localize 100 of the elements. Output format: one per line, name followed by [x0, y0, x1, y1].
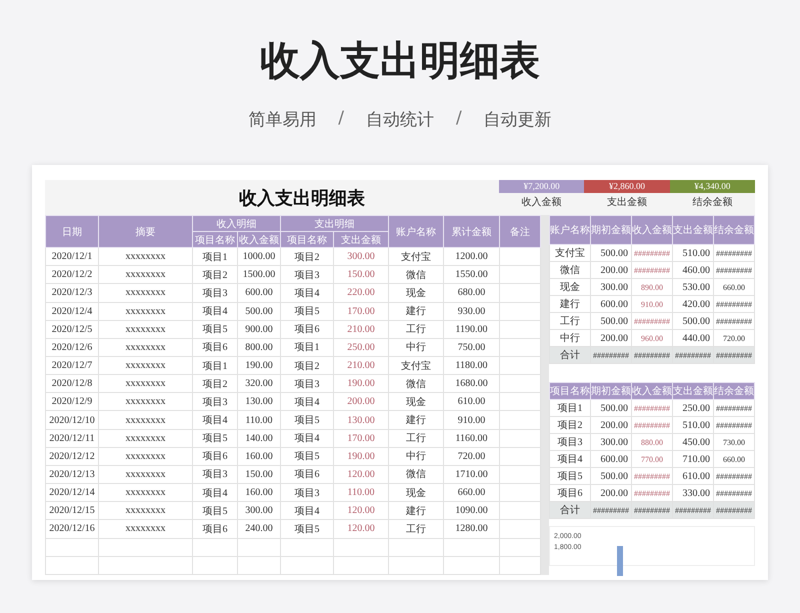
table-cell: 建行 — [550, 296, 590, 312]
table-cell: 770.00 — [632, 450, 672, 468]
table-cell: ######### — [714, 312, 754, 330]
column-header: 累计金额 — [444, 216, 500, 248]
table-cell: 2020/12/14 — [46, 484, 98, 502]
table-cell: 建行 — [388, 410, 444, 430]
table-cell: 微信 — [388, 266, 444, 284]
table-cell: 250.00 — [334, 338, 388, 356]
table-cell: 项目2 — [550, 416, 590, 434]
table-cell: xxxxxxxx — [98, 502, 192, 520]
table-cell: 2020/12/6 — [46, 338, 98, 356]
table-cell: 项目4 — [280, 284, 334, 302]
table-cell: ######### — [714, 468, 754, 484]
table-cell: 250.00 — [672, 400, 714, 416]
table-cell: 220.00 — [334, 284, 388, 302]
table-cell: 210.00 — [334, 356, 388, 375]
table-cell: 项目2 — [280, 248, 334, 266]
table-cell: 160.00 — [238, 484, 280, 502]
table-cell: 710.00 — [672, 450, 714, 468]
table-cell: 2020/12/15 — [46, 502, 98, 520]
table-cell: 项目2 — [280, 356, 334, 375]
sheet-title: 收入支出明细表 — [239, 186, 365, 210]
table-cell: 720.00 — [444, 447, 500, 466]
table-cell: 200.00 — [334, 392, 388, 411]
table-cell: 1090.00 — [444, 502, 500, 520]
table-cell: 730.00 — [714, 434, 754, 450]
table-cell: 200.00 — [590, 262, 632, 278]
table-cell: ######### — [672, 502, 714, 518]
table-cell: 420.00 — [672, 296, 714, 312]
table-cell: 1500.00 — [238, 266, 280, 284]
column-header: 摘要 — [98, 216, 192, 248]
table-cell: 510.00 — [672, 416, 714, 434]
column-header: 结余金额 — [714, 216, 754, 244]
summary-value: ¥4,340.00 — [670, 180, 755, 193]
table-cell: 1280.00 — [444, 520, 500, 538]
table-cell: ######### — [590, 346, 632, 364]
table-cell: 项目3 — [192, 465, 238, 484]
column-header: 项目名称 — [550, 382, 590, 400]
column-header: 期初金额 — [590, 216, 632, 244]
table-cell: 1710.00 — [444, 465, 500, 484]
table-cell: ######### — [632, 244, 672, 262]
column-header: 收入金额 — [632, 216, 672, 244]
table-cell: 2020/12/3 — [46, 284, 98, 302]
table-cell: xxxxxxxx — [98, 302, 192, 320]
table-cell: 项目4 — [280, 429, 334, 448]
table-cell: 110.00 — [334, 484, 388, 502]
table-cell: 项目4 — [280, 392, 334, 411]
table-cell: ######### — [632, 346, 672, 364]
table-cell: 140.00 — [238, 429, 280, 448]
table-cell: 1680.00 — [444, 374, 500, 393]
table-cell: 工行 — [388, 520, 444, 538]
column-header: 支出金额 — [672, 216, 714, 244]
table-cell: 660.00 — [444, 484, 500, 502]
table-cell: 500.00 — [590, 400, 632, 416]
table-cell: 支付宝 — [388, 248, 444, 266]
table-cell: 150.00 — [238, 465, 280, 484]
table-cell: 190.00 — [334, 447, 388, 466]
table-cell: 660.00 — [714, 278, 754, 296]
separator: / — [456, 108, 462, 130]
table-cell: 600.00 — [238, 284, 280, 302]
summary-label: 支出金额 — [606, 196, 648, 210]
table-cell: 2020/12/1 — [46, 248, 98, 266]
table-cell: 项目5 — [192, 502, 238, 520]
table-cell: 2020/12/8 — [46, 374, 98, 393]
table-cell: 项目5 — [192, 320, 238, 338]
table-cell: 项目3 — [280, 266, 334, 284]
table-cell: 项目4 — [192, 484, 238, 502]
table-cell: 1200.00 — [444, 248, 500, 266]
table-cell: 2020/12/4 — [46, 302, 98, 320]
table-cell: 项目3 — [192, 284, 238, 302]
table-cell: 240.00 — [238, 520, 280, 538]
table-cell: 610.00 — [672, 468, 714, 484]
chart-bar — [617, 546, 623, 576]
table-cell: xxxxxxxx — [98, 429, 192, 448]
table-cell: xxxxxxxx — [98, 248, 192, 266]
table-cell: xxxxxxxx — [98, 338, 192, 356]
tagline: 自动更新 — [484, 109, 552, 131]
table-cell: 项目6 — [192, 520, 238, 538]
table-cell: 工行 — [388, 320, 444, 338]
table-cell: ######### — [714, 416, 754, 434]
table-cell: 项目5 — [550, 468, 590, 484]
table-cell: ######### — [714, 244, 754, 262]
table-cell: 中行 — [388, 338, 444, 356]
table-cell: xxxxxxxx — [98, 356, 192, 375]
table-cell: 项目1 — [280, 338, 334, 356]
table-cell: 中行 — [388, 447, 444, 466]
table-cell: ######### — [632, 416, 672, 434]
table-cell: 建行 — [388, 502, 444, 520]
table-cell: 工行 — [550, 312, 590, 330]
table-cell: 支付宝 — [388, 356, 444, 375]
table-cell: xxxxxxxx — [98, 266, 192, 284]
table-cell: 项目4 — [192, 302, 238, 320]
column-group-header: 收入明细 — [192, 216, 280, 232]
column-header: 项目名称 — [192, 232, 238, 248]
column-header: 账户名称 — [550, 216, 590, 244]
column-header: 备注 — [500, 216, 540, 248]
table-cell: 450.00 — [672, 434, 714, 450]
table-cell: 500.00 — [590, 244, 632, 262]
table-cell: 500.00 — [238, 302, 280, 320]
column-header: 结余金额 — [714, 382, 754, 400]
